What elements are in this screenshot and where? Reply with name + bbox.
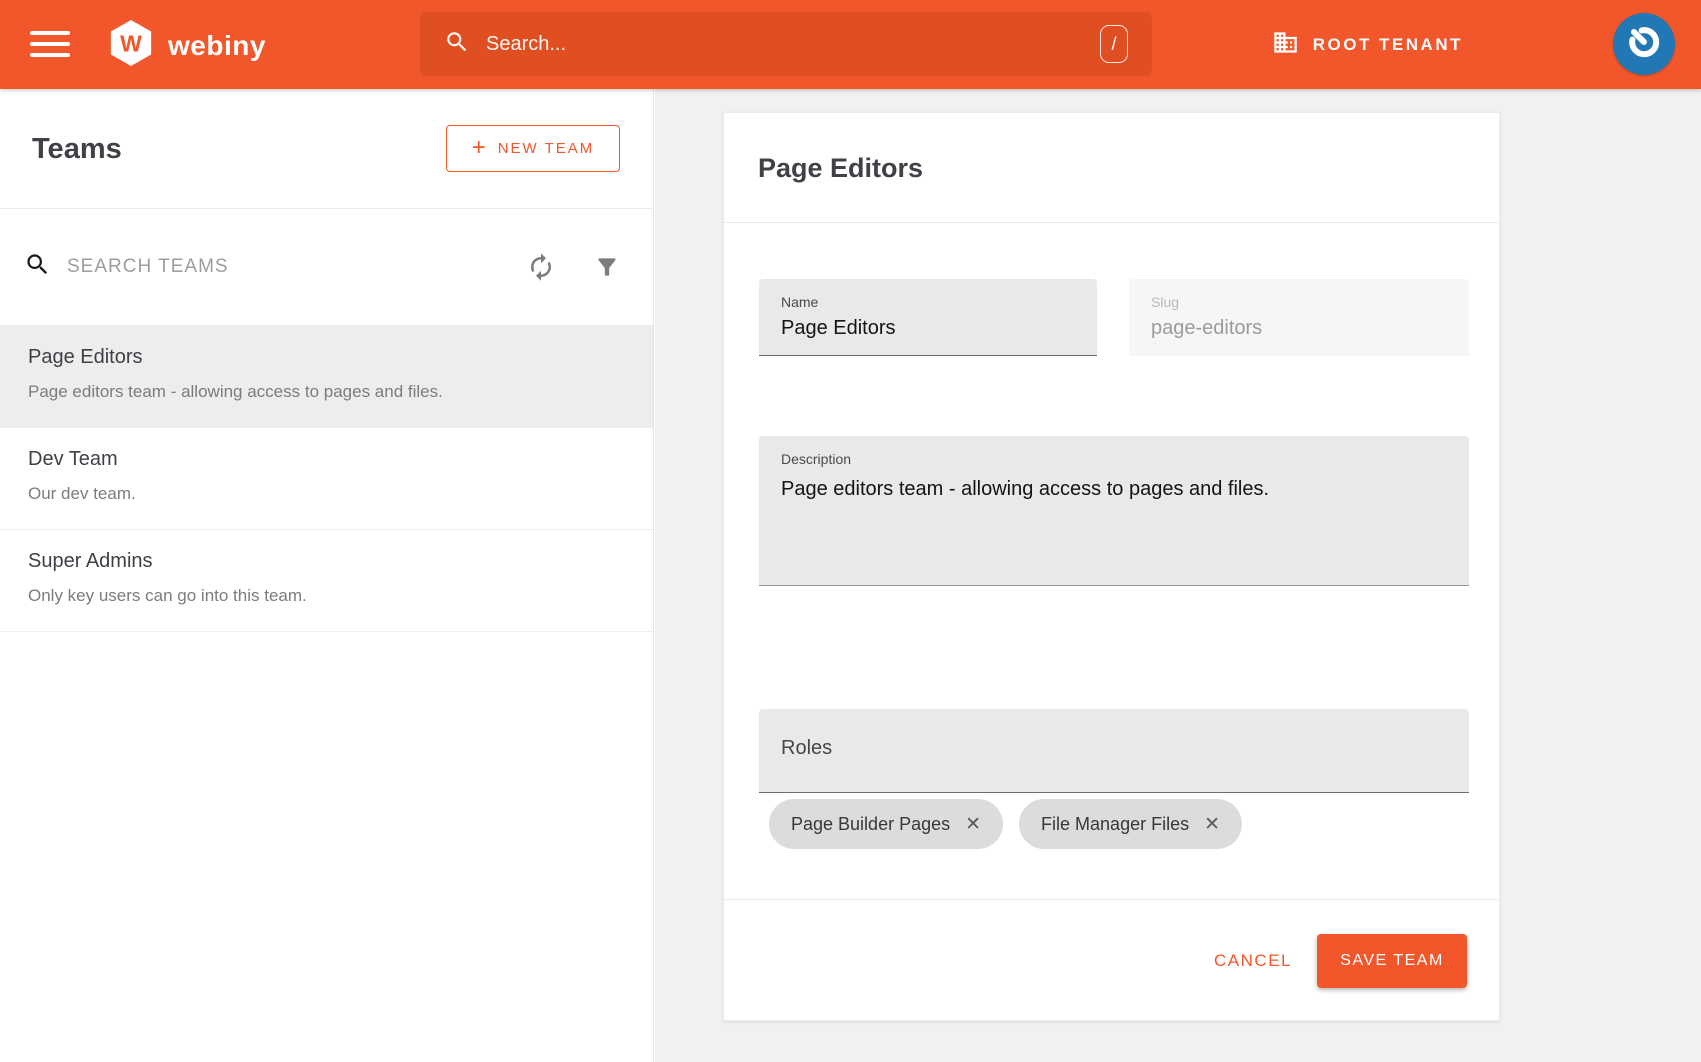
tenant-selector[interactable]: ROOT TENANT <box>1272 0 1463 89</box>
search-shortcut-badge: / <box>1100 25 1128 63</box>
name-input[interactable] <box>781 317 1071 340</box>
team-name: Page Editors <box>28 346 625 369</box>
roles-field-label: Roles <box>781 737 832 760</box>
team-list-item-dev-team[interactable]: Dev Team Our dev team. <box>0 428 653 530</box>
search-icon <box>24 251 51 283</box>
team-name: Super Admins <box>28 550 625 573</box>
cancel-button[interactable]: CANCEL <box>1214 934 1292 988</box>
tenant-label: ROOT TENANT <box>1313 35 1463 55</box>
new-team-button[interactable]: + NEW TEAM <box>446 125 620 172</box>
app-window: W webiny / ROOT TENANT <box>0 0 1701 1062</box>
team-detail-region: Page Editors Name Slug Description Page … <box>655 89 1701 1062</box>
webiny-hexagon-icon: W <box>108 19 154 72</box>
teams-search-row <box>0 209 653 326</box>
teams-header: Teams + NEW TEAM <box>0 89 653 209</box>
team-description: Our dev team. <box>28 484 625 504</box>
team-list-item-super-admins[interactable]: Super Admins Only key users can go into … <box>0 530 653 632</box>
team-list-item-page-editors[interactable]: Page Editors Page editors team - allowin… <box>0 326 653 428</box>
chip-label: Page Builder Pages <box>791 814 950 835</box>
slug-field: Slug <box>1129 279 1469 356</box>
gravatar-power-icon <box>1624 22 1664 67</box>
global-search-input[interactable] <box>486 33 1100 56</box>
detail-title-row: Page Editors <box>724 113 1499 223</box>
team-description: Page editors team - allowing access to p… <box>28 382 625 402</box>
filter-icon[interactable] <box>587 247 627 287</box>
roles-field[interactable]: Roles <box>759 709 1469 793</box>
building-icon <box>1272 29 1299 61</box>
description-textarea[interactable]: Page editors team - allowing access to p… <box>781 478 1441 573</box>
page-title: Teams <box>32 89 122 209</box>
global-search-bar[interactable]: / <box>420 12 1152 76</box>
name-field[interactable]: Name <box>759 279 1097 356</box>
description-field[interactable]: Description Page editors team - allowing… <box>759 436 1469 586</box>
search-icon <box>444 29 470 60</box>
webiny-logo[interactable]: W webiny <box>108 19 266 72</box>
team-name: Dev Team <box>28 448 625 471</box>
menu-icon[interactable] <box>30 28 70 60</box>
close-icon[interactable]: ✕ <box>1204 813 1220 836</box>
new-team-button-label: NEW TEAM <box>498 140 595 157</box>
team-description: Only key users can go into this team. <box>28 586 625 606</box>
role-chip-page-builder-pages[interactable]: Page Builder Pages ✕ <box>769 799 1003 849</box>
svg-text:W: W <box>120 31 142 57</box>
save-team-button[interactable]: SAVE TEAM <box>1317 934 1467 988</box>
footer-divider <box>724 899 1499 900</box>
logo-wordmark: webiny <box>168 30 266 62</box>
team-detail-card: Page Editors Name Slug Description Page … <box>723 112 1500 1021</box>
slug-field-label: Slug <box>1151 294 1179 310</box>
detail-title: Page Editors <box>758 113 923 223</box>
role-chips-row: Page Builder Pages ✕ File Manager Files … <box>769 799 1242 849</box>
teams-search-input[interactable] <box>67 256 521 278</box>
name-field-label: Name <box>781 294 818 310</box>
slug-input <box>1151 317 1441 340</box>
user-avatar[interactable] <box>1613 13 1675 75</box>
chip-label: File Manager Files <box>1041 814 1189 835</box>
close-icon[interactable]: ✕ <box>965 813 981 836</box>
top-bar: W webiny / ROOT TENANT <box>0 0 1701 89</box>
description-field-label: Description <box>781 451 851 467</box>
refresh-icon[interactable] <box>521 247 561 287</box>
teams-list-panel: Teams + NEW TEAM <box>0 89 654 1062</box>
role-chip-file-manager-files[interactable]: File Manager Files ✕ <box>1019 799 1242 849</box>
teams-list: Page Editors Page editors team - allowin… <box>0 326 653 632</box>
plus-icon: + <box>472 134 486 162</box>
